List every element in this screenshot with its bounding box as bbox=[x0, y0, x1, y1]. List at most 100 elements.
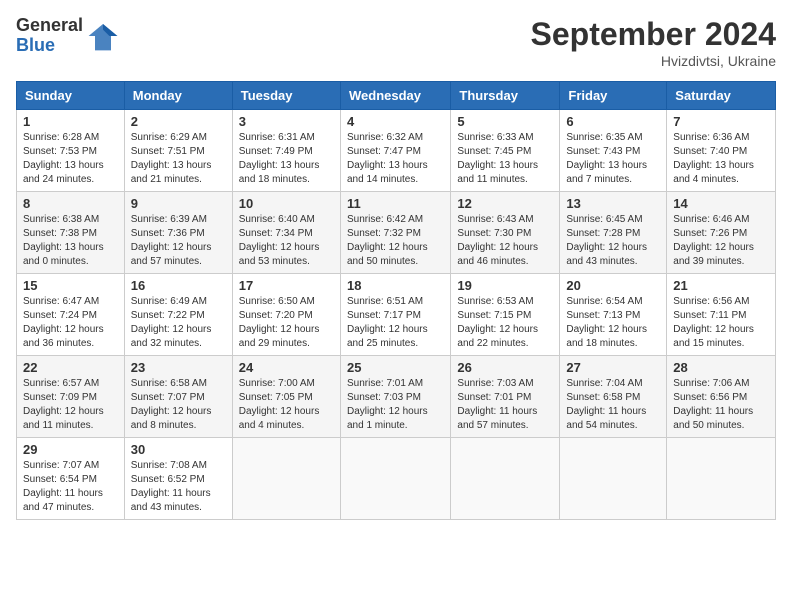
day-number: 4 bbox=[347, 114, 444, 129]
week-row-2: 8 Sunrise: 6:38 AMSunset: 7:38 PMDaylight… bbox=[17, 192, 776, 274]
title-block: September 2024 Hvizdivtsi, Ukraine bbox=[531, 16, 776, 69]
day-cell: 20 Sunrise: 6:54 AMSunset: 7:13 PMDayligh… bbox=[560, 274, 667, 356]
header-cell-thursday: Thursday bbox=[451, 82, 560, 110]
day-number: 22 bbox=[23, 360, 118, 375]
calendar-table: SundayMondayTuesdayWednesdayThursdayFrid… bbox=[16, 81, 776, 520]
day-number: 12 bbox=[457, 196, 553, 211]
day-cell: 11 Sunrise: 6:42 AMSunset: 7:32 PMDayligh… bbox=[340, 192, 450, 274]
day-number: 2 bbox=[131, 114, 226, 129]
day-cell: 26 Sunrise: 7:03 AMSunset: 7:01 PMDayligh… bbox=[451, 356, 560, 438]
calendar-header: SundayMondayTuesdayWednesdayThursdayFrid… bbox=[17, 82, 776, 110]
day-cell: 22 Sunrise: 6:57 AMSunset: 7:09 PMDayligh… bbox=[17, 356, 125, 438]
day-number: 27 bbox=[566, 360, 660, 375]
week-row-3: 15 Sunrise: 6:47 AMSunset: 7:24 PMDayligh… bbox=[17, 274, 776, 356]
day-number: 30 bbox=[131, 442, 226, 457]
day-info: Sunrise: 6:58 AMSunset: 7:07 PMDaylight:… bbox=[131, 377, 226, 433]
header-cell-saturday: Saturday bbox=[667, 82, 776, 110]
day-number: 1 bbox=[23, 114, 118, 129]
header-cell-sunday: Sunday bbox=[17, 82, 125, 110]
week-row-4: 22 Sunrise: 6:57 AMSunset: 7:09 PMDayligh… bbox=[17, 356, 776, 438]
day-info: Sunrise: 6:42 AMSunset: 7:32 PMDaylight:… bbox=[347, 213, 444, 269]
day-cell bbox=[560, 438, 667, 520]
day-number: 19 bbox=[457, 278, 553, 293]
day-number: 26 bbox=[457, 360, 553, 375]
day-cell: 24 Sunrise: 7:00 AMSunset: 7:05 PMDayligh… bbox=[232, 356, 340, 438]
header-cell-tuesday: Tuesday bbox=[232, 82, 340, 110]
day-info: Sunrise: 6:50 AMSunset: 7:20 PMDaylight:… bbox=[239, 295, 334, 351]
day-cell: 8 Sunrise: 6:38 AMSunset: 7:38 PMDaylight… bbox=[17, 192, 125, 274]
day-info: Sunrise: 7:01 AMSunset: 7:03 PMDaylight:… bbox=[347, 377, 444, 433]
day-number: 10 bbox=[239, 196, 334, 211]
day-number: 24 bbox=[239, 360, 334, 375]
day-cell: 21 Sunrise: 6:56 AMSunset: 7:11 PMDayligh… bbox=[667, 274, 776, 356]
day-info: Sunrise: 6:45 AMSunset: 7:28 PMDaylight:… bbox=[566, 213, 660, 269]
day-info: Sunrise: 7:08 AMSunset: 6:52 PMDaylight:… bbox=[131, 459, 226, 515]
day-info: Sunrise: 6:38 AMSunset: 7:38 PMDaylight:… bbox=[23, 213, 118, 269]
day-number: 7 bbox=[673, 114, 769, 129]
day-number: 14 bbox=[673, 196, 769, 211]
day-cell bbox=[340, 438, 450, 520]
day-cell: 30 Sunrise: 7:08 AMSunset: 6:52 PMDayligh… bbox=[124, 438, 232, 520]
day-cell: 27 Sunrise: 7:04 AMSunset: 6:58 PMDayligh… bbox=[560, 356, 667, 438]
day-number: 25 bbox=[347, 360, 444, 375]
day-number: 17 bbox=[239, 278, 334, 293]
header-cell-friday: Friday bbox=[560, 82, 667, 110]
logo-general-text: General bbox=[16, 16, 83, 36]
calendar-body: 1 Sunrise: 6:28 AMSunset: 7:53 PMDaylight… bbox=[17, 110, 776, 520]
day-number: 3 bbox=[239, 114, 334, 129]
day-cell: 2 Sunrise: 6:29 AMSunset: 7:51 PMDaylight… bbox=[124, 110, 232, 192]
day-cell bbox=[667, 438, 776, 520]
day-info: Sunrise: 6:47 AMSunset: 7:24 PMDaylight:… bbox=[23, 295, 118, 351]
day-number: 23 bbox=[131, 360, 226, 375]
day-cell: 29Sunrise: 7:07 AMSunset: 6:54 PMDayligh… bbox=[17, 438, 125, 520]
day-info: Sunrise: 6:39 AMSunset: 7:36 PMDaylight:… bbox=[131, 213, 226, 269]
day-info: Sunrise: 6:56 AMSunset: 7:11 PMDaylight:… bbox=[673, 295, 769, 351]
day-number: 18 bbox=[347, 278, 444, 293]
day-cell: 16Sunrise: 6:49 AMSunset: 7:22 PMDayligh… bbox=[124, 274, 232, 356]
day-number: 5 bbox=[457, 114, 553, 129]
month-title: September 2024 bbox=[531, 16, 776, 53]
day-cell: 15 Sunrise: 6:47 AMSunset: 7:24 PMDayligh… bbox=[17, 274, 125, 356]
day-cell: 5 Sunrise: 6:33 AMSunset: 7:45 PMDaylight… bbox=[451, 110, 560, 192]
day-info: Sunrise: 6:36 AMSunset: 7:40 PMDaylight:… bbox=[673, 131, 769, 187]
day-cell: 18 Sunrise: 6:51 AMSunset: 7:17 PMDayligh… bbox=[340, 274, 450, 356]
day-number: 8 bbox=[23, 196, 118, 211]
day-info: Sunrise: 6:33 AMSunset: 7:45 PMDaylight:… bbox=[457, 131, 553, 187]
day-number: 11 bbox=[347, 196, 444, 211]
day-info: Sunrise: 6:28 AMSunset: 7:53 PMDaylight:… bbox=[23, 131, 118, 187]
logo-icon bbox=[87, 20, 119, 52]
header-row: SundayMondayTuesdayWednesdayThursdayFrid… bbox=[17, 82, 776, 110]
day-number: 29 bbox=[23, 442, 118, 457]
day-info: Sunrise: 7:03 AMSunset: 7:01 PMDaylight:… bbox=[457, 377, 553, 433]
day-number: 21 bbox=[673, 278, 769, 293]
day-cell bbox=[232, 438, 340, 520]
day-info: Sunrise: 6:32 AMSunset: 7:47 PMDaylight:… bbox=[347, 131, 444, 187]
day-info: Sunrise: 7:00 AMSunset: 7:05 PMDaylight:… bbox=[239, 377, 334, 433]
day-cell: 23 Sunrise: 6:58 AMSunset: 7:07 PMDayligh… bbox=[124, 356, 232, 438]
page-header: General Blue September 2024 Hvizdivtsi, … bbox=[16, 16, 776, 69]
day-number: 15 bbox=[23, 278, 118, 293]
day-cell: 25 Sunrise: 7:01 AMSunset: 7:03 PMDayligh… bbox=[340, 356, 450, 438]
day-number: 13 bbox=[566, 196, 660, 211]
day-info: Sunrise: 6:29 AMSunset: 7:51 PMDaylight:… bbox=[131, 131, 226, 187]
day-info: Sunrise: 7:04 AMSunset: 6:58 PMDaylight:… bbox=[566, 377, 660, 433]
day-cell: 28Sunrise: 7:06 AMSunset: 6:56 PMDayligh… bbox=[667, 356, 776, 438]
day-cell: 4 Sunrise: 6:32 AMSunset: 7:47 PMDaylight… bbox=[340, 110, 450, 192]
day-cell: 14 Sunrise: 6:46 AMSunset: 7:26 PMDayligh… bbox=[667, 192, 776, 274]
day-info: Sunrise: 6:57 AMSunset: 7:09 PMDaylight:… bbox=[23, 377, 118, 433]
day-info: Sunrise: 6:54 AMSunset: 7:13 PMDaylight:… bbox=[566, 295, 660, 351]
day-number: 20 bbox=[566, 278, 660, 293]
day-cell: 1 Sunrise: 6:28 AMSunset: 7:53 PMDaylight… bbox=[17, 110, 125, 192]
location: Hvizdivtsi, Ukraine bbox=[531, 53, 776, 69]
day-info: Sunrise: 6:31 AMSunset: 7:49 PMDaylight:… bbox=[239, 131, 334, 187]
day-cell: 19 Sunrise: 6:53 AMSunset: 7:15 PMDayligh… bbox=[451, 274, 560, 356]
day-info: Sunrise: 6:46 AMSunset: 7:26 PMDaylight:… bbox=[673, 213, 769, 269]
day-info: Sunrise: 6:51 AMSunset: 7:17 PMDaylight:… bbox=[347, 295, 444, 351]
day-info: Sunrise: 6:49 AMSunset: 7:22 PMDaylight:… bbox=[131, 295, 226, 351]
logo-blue-text: Blue bbox=[16, 36, 83, 56]
week-row-1: 1 Sunrise: 6:28 AMSunset: 7:53 PMDaylight… bbox=[17, 110, 776, 192]
day-cell: 13 Sunrise: 6:45 AMSunset: 7:28 PMDayligh… bbox=[560, 192, 667, 274]
day-info: Sunrise: 6:53 AMSunset: 7:15 PMDaylight:… bbox=[457, 295, 553, 351]
week-row-5: 29Sunrise: 7:07 AMSunset: 6:54 PMDayligh… bbox=[17, 438, 776, 520]
day-number: 9 bbox=[131, 196, 226, 211]
